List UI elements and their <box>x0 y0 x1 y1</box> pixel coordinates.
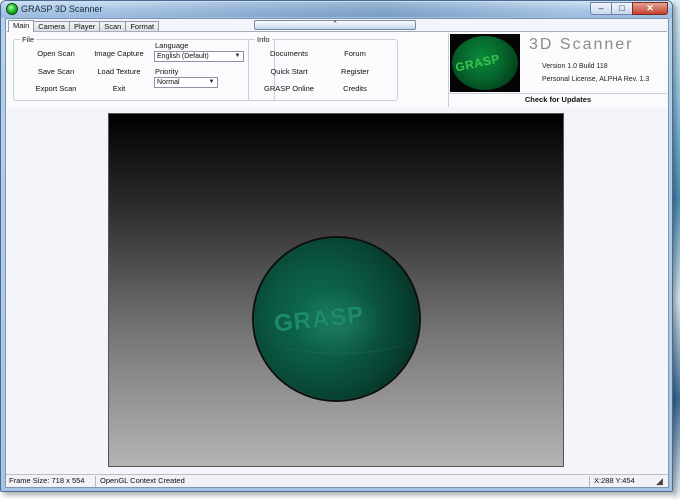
info-group: Info Documents Forum Quick Start Registe… <box>248 35 398 101</box>
scanned-sphere-model: GRASP <box>254 238 419 400</box>
opengl-viewport[interactable]: GRASP <box>108 113 564 467</box>
documents-button[interactable]: Documents <box>257 49 321 58</box>
register-button[interactable]: Register <box>327 67 383 76</box>
grasp-app-icon <box>6 3 18 15</box>
language-select[interactable]: English (Default) ▼ <box>154 51 244 62</box>
product-title: 3D Scanner <box>529 36 634 53</box>
forum-button[interactable]: Forum <box>327 49 383 58</box>
language-value: English (Default) <box>157 53 209 60</box>
cursor-position-status: X:288 Y:454 <box>594 476 635 485</box>
priority-value: Normal <box>157 79 180 86</box>
language-label: Language <box>155 41 189 50</box>
file-group: File Open Scan Image Capture Save Scan L… <box>13 35 275 101</box>
close-button[interactable]: ✕ <box>632 2 668 15</box>
quick-start-button[interactable]: Quick Start <box>257 67 321 76</box>
dropdown-arrow-icon: ▼ <box>234 53 241 59</box>
app-window: GRASP 3D Scanner – □ ✕ Main Camera Playe… <box>0 0 673 492</box>
priority-select[interactable]: Normal ▼ <box>154 77 218 88</box>
grasp-logo: GRASP <box>450 34 520 92</box>
credits-button[interactable]: Credits <box>327 84 383 93</box>
frame-size-status: Frame Size: 718 x 554 <box>9 476 85 485</box>
tab-main[interactable]: Main <box>8 20 35 32</box>
open-scan-button[interactable]: Open Scan <box>28 49 84 58</box>
priority-label: Priority <box>155 67 179 76</box>
about-panel: GRASP 3D Scanner Version 1.0 Build 118 P… <box>448 33 667 107</box>
context-status: OpenGL Context Created <box>100 476 185 485</box>
minimize-button[interactable]: – <box>590 2 612 15</box>
dropdown-arrow-icon: ▼ <box>208 79 215 85</box>
client-area: Main Camera Player Scan Format ⌃ File Op… <box>5 18 669 488</box>
desktop-background-edge <box>673 0 680 499</box>
resize-grip-icon[interactable]: ◢ <box>656 476 666 487</box>
save-scan-button[interactable]: Save Scan <box>28 67 84 76</box>
ribbon-panel: File Open Scan Image Capture Save Scan L… <box>7 31 667 108</box>
status-bar: Frame Size: 718 x 554 OpenGL Context Cre… <box>6 474 668 487</box>
grasp-online-button[interactable]: GRASP Online <box>257 84 321 93</box>
ribbon-collapse-button[interactable]: ⌃ <box>254 20 416 30</box>
exit-button[interactable]: Exit <box>88 84 150 93</box>
maximize-button[interactable]: □ <box>611 2 633 15</box>
window-controls: – □ ✕ <box>590 2 668 15</box>
check-updates-button[interactable]: Check for Updates <box>449 93 667 106</box>
file-group-label: File <box>20 35 37 44</box>
license-text: Personal License, ALPHA Rev. 1.3 <box>542 76 650 83</box>
info-group-label: Info <box>255 35 272 44</box>
export-scan-button[interactable]: Export Scan <box>28 84 84 93</box>
image-capture-button[interactable]: Image Capture <box>88 49 150 58</box>
chevron-up-icon: ⌃ <box>332 21 338 28</box>
title-bar[interactable]: GRASP 3D Scanner – □ ✕ <box>1 1 672 18</box>
window-title: GRASP 3D Scanner <box>21 4 103 14</box>
load-texture-button[interactable]: Load Texture <box>88 67 150 76</box>
version-text: Version 1.0 Build 118 <box>542 63 608 70</box>
